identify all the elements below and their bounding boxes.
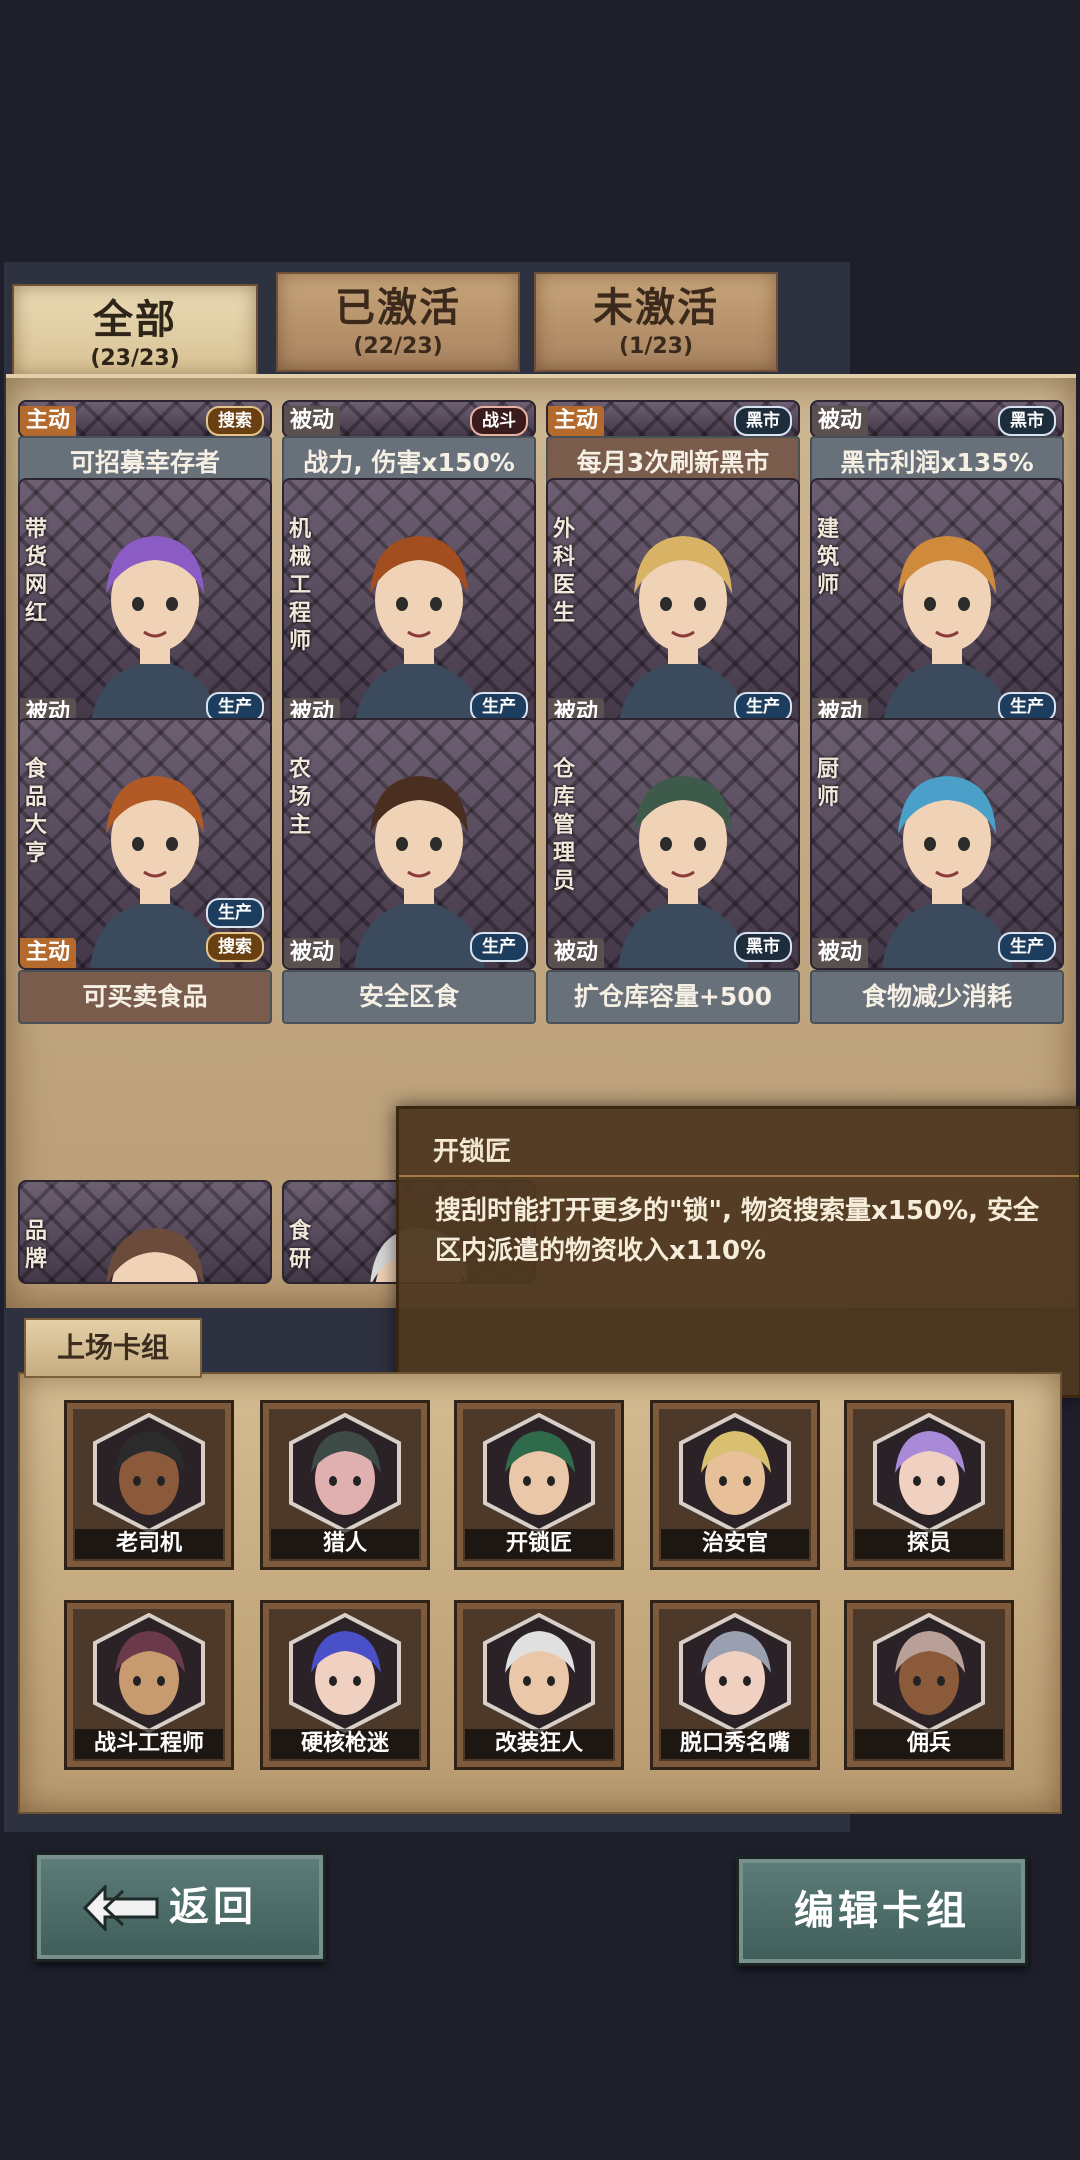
character-avatar [481,1612,597,1734]
tooltip-desc: 搜刮时能打开更多的"锁", 物资搜索量x150%, 安全区内派遣的物资收入x11… [435,1196,1040,1266]
character-avatar [871,1612,987,1734]
character-avatar [677,1612,793,1734]
card-tag: 黑市 [734,932,792,962]
character-card[interactable]: 带货网红 被动 生产 [18,478,272,730]
tab-all[interactable]: 全部 (23/23) [12,284,258,378]
tag-black-market: 黑市 [734,406,792,436]
deck-slot[interactable]: 开锁匠 [454,1400,624,1570]
character-name: 仓库管理员 [552,757,575,894]
card-type: 主动 [20,406,77,436]
card-type: 主动 [20,938,77,968]
tab-inactive-count: (1/23) [618,334,694,359]
card-top-3[interactable]: 主动 黑市 [546,400,800,438]
edit-deck-button[interactable]: 编辑卡组 [736,1856,1028,1966]
card-effect: 可买卖食品 [18,970,272,1024]
character-card[interactable]: 外科医生 被动 生产 [546,478,800,730]
card-type: 被动 [284,406,341,436]
character-card[interactable]: 厨师被动 生产 [810,718,1064,970]
card-top-2[interactable]: 被动 战斗 [282,400,536,438]
character-card[interactable]: 机械工程师 被动 生产 [282,478,536,730]
character-name: 品牌 [24,1219,47,1272]
back-button[interactable]: 返回 [34,1852,326,1962]
edit-deck-label: 编辑卡组 [794,1888,970,1934]
character-name: 建筑师 [816,517,839,598]
deck-slot[interactable]: 硬核枪迷 [260,1600,430,1770]
character-avatar [91,1612,207,1734]
character-avatar [677,1412,793,1534]
character-name: 外科医生 [552,517,575,626]
deck-slot-name: 探员 [855,1529,1003,1559]
card-type: 被动 [812,406,869,436]
card-tag: 生产 [206,898,264,928]
deck-slot-name: 老司机 [75,1529,223,1559]
character-name: 带货网红 [24,517,47,626]
card-top-1[interactable]: 主动 搜索 [18,400,272,438]
character-name: 食研 [288,1219,311,1272]
deck-slot-name: 改装狂人 [465,1729,613,1759]
tag-fight: 战斗 [470,406,528,436]
character-name: 食品大亨 [24,757,47,866]
tag-search: 搜索 [206,406,264,436]
deck-slot-name: 脱口秀名嘴 [661,1729,809,1759]
character-card[interactable]: 食品大亨主动 生产搜索 [18,718,272,970]
card-type: 主动 [548,406,605,436]
character-avatar [287,1612,403,1734]
character-name: 厨师 [816,757,839,810]
card-effect: 安全区食 [282,970,536,1024]
character-card[interactable]: 仓库管理员被动 黑市 [546,718,800,970]
tab-inactive[interactable]: 未激活 (1/23) [534,272,778,372]
deck-slot-name: 硬核枪迷 [271,1729,419,1759]
character-name: 机械工程师 [288,517,311,654]
deck-slot-name: 开锁匠 [465,1529,613,1559]
deck-board: 老司机 猎人 开锁匠 治安官 探员战斗工程师 硬核枪迷 改装狂人 脱口秀名嘴 佣兵 [18,1372,1062,1814]
tab-activated-label: 已激活 [335,285,461,331]
deck-slot-name: 猎人 [271,1529,419,1559]
deck-slot[interactable]: 治安官 [650,1400,820,1570]
character-avatar [871,1412,987,1534]
tooltip-title: 开锁匠 [433,1137,512,1167]
character-card[interactable]: 建筑师 被动 生产 [810,478,1064,730]
tab-all-count: (23/23) [90,346,180,371]
tab-activated[interactable]: 已激活 (22/23) [276,272,520,372]
character-avatar [91,1412,207,1534]
card-effect: 扩仓库容量+500 [546,970,800,1024]
character-portrait [70,1202,240,1282]
tab-all-label: 全部 [93,297,177,343]
character-name: 农场主 [288,757,311,838]
back-arrow-icon [83,1885,159,1931]
skill-tooltip: 开锁匠 搜刮时能打开更多的"锁", 物资搜索量x150%, 安全区内派遣的物资收… [396,1106,1080,1398]
deck-slot[interactable]: 战斗工程师 [64,1600,234,1770]
card-type: 被动 [548,938,605,968]
deck-slot-name: 佣兵 [855,1729,1003,1759]
card-type: 被动 [812,938,869,968]
character-avatar [481,1412,597,1534]
deck-slot-name: 战斗工程师 [75,1729,223,1759]
character-card[interactable]: 品牌 [18,1180,272,1284]
tag-black-market: 黑市 [998,406,1056,436]
card-tag: 生产 [998,932,1056,962]
tab-inactive-label: 未激活 [593,285,719,331]
tooltip-divider [399,1175,1079,1177]
character-avatar [287,1412,403,1534]
card-type: 被动 [284,938,341,968]
deck-slot[interactable]: 探员 [844,1400,1014,1570]
card-tag: 生产 [470,932,528,962]
deck-slot[interactable]: 老司机 [64,1400,234,1570]
deck-slot[interactable]: 佣兵 [844,1600,1014,1770]
character-card[interactable]: 农场主被动 生产 [282,718,536,970]
tab-activated-count: (22/23) [353,334,443,359]
card-effect: 食物减少消耗 [810,970,1064,1024]
back-button-label: 返回 [169,1884,257,1930]
deck-slot[interactable]: 猎人 [260,1400,430,1570]
deck-label: 上场卡组 [24,1318,202,1378]
deck-slot[interactable]: 改装狂人 [454,1600,624,1770]
deck-slot-name: 治安官 [661,1529,809,1559]
deck-slot[interactable]: 脱口秀名嘴 [650,1600,820,1770]
card-top-4[interactable]: 被动 黑市 [810,400,1064,438]
card-tag: 搜索 [206,932,264,962]
